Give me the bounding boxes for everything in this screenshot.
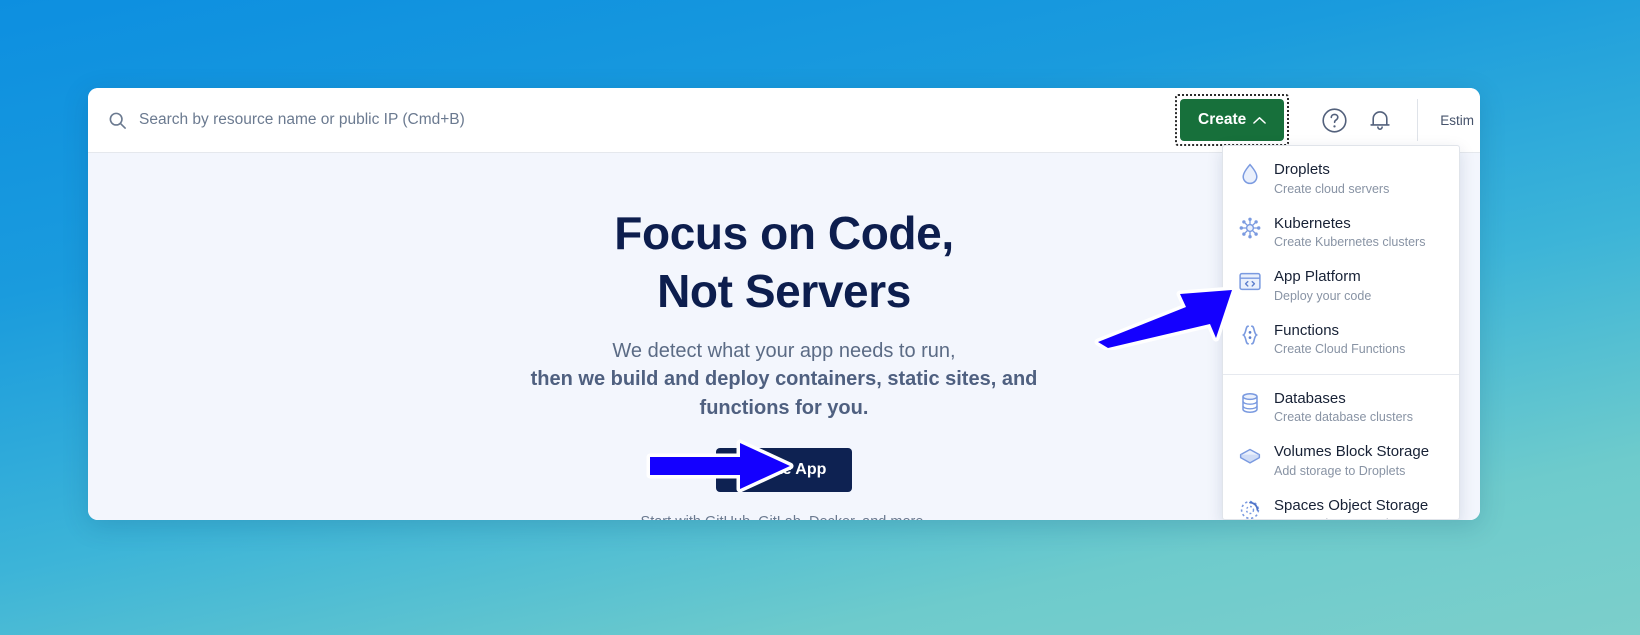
menu-item-desc: Create Kubernetes clusters — [1274, 235, 1426, 250]
app-window: Create — [88, 88, 1480, 520]
menu-item-text: App Platform Deploy your code — [1274, 267, 1445, 305]
menu-item-desc: Create database clusters — [1274, 410, 1413, 424]
menu-item-kubernetes[interactable]: Kubernetes Create Kubernetes clusters — [1223, 206, 1459, 260]
bell-icon — [1367, 107, 1393, 134]
menu-item-title: Functions — [1274, 321, 1340, 339]
search-icon — [108, 111, 127, 130]
help-button[interactable] — [1311, 97, 1357, 143]
menu-item-desc: Deploy your code — [1274, 288, 1372, 303]
menu-item-title: Droplets — [1274, 161, 1330, 178]
menu-item-app-platform[interactable]: App Platform Deploy your code — [1223, 259, 1459, 313]
hero-subtitle-line-1: We detect what your app needs to run, — [612, 339, 956, 362]
menu-item-desc: Add storage to Droplets — [1274, 463, 1406, 478]
hero-subtitle-line-3: functions for you. — [699, 396, 869, 419]
notifications-button[interactable] — [1357, 97, 1403, 143]
volumes-icon — [1239, 445, 1261, 467]
top-navigation-bar: Create — [88, 88, 1480, 153]
menu-item-title: Databases — [1274, 389, 1346, 407]
menu-item-droplets[interactable]: Droplets Create cloud servers — [1223, 152, 1459, 206]
create-button-focus-ring: Create — [1175, 94, 1290, 146]
menu-item-spaces-object-storage[interactable]: Spaces Object Storage Store and serve st… — [1223, 488, 1459, 519]
menu-item-functions[interactable]: Functions Create Cloud Functions — [1223, 313, 1459, 367]
menu-item-text: Kubernetes Create Kubernetes clusters — [1274, 214, 1445, 252]
spaces-icon — [1239, 499, 1261, 519]
search-input[interactable] — [139, 111, 699, 129]
menu-item-text: Droplets Create cloud servers — [1274, 160, 1445, 198]
menu-item-desc: Create Cloud Functions — [1274, 342, 1406, 357]
functions-icon — [1239, 324, 1261, 346]
menu-item-title: Spaces Object Storage — [1274, 496, 1429, 514]
create-app-button[interactable]: Create App — [715, 448, 853, 493]
database-icon — [1239, 392, 1261, 414]
menu-group-divider — [1223, 373, 1459, 375]
hero-title-line-2: Not Servers — [657, 264, 911, 317]
hero-subtitle-line-2: then we build and deploy containers, sta… — [530, 368, 1038, 391]
create-button-label: Create — [1198, 111, 1247, 129]
menu-item-title: Volumes Block Storage — [1274, 443, 1430, 461]
hero-title-line-1: Focus on Code, — [614, 207, 954, 259]
menu-item-title: App Platform — [1274, 268, 1361, 286]
menu-item-text: Databases Create database clusters — [1274, 389, 1445, 427]
kubernetes-icon — [1239, 217, 1261, 239]
droplet-icon — [1239, 163, 1261, 185]
menu-item-desc: Create cloud servers — [1274, 181, 1390, 196]
menu-item-databases[interactable]: Databases Create database clusters — [1223, 381, 1459, 435]
menu-item-title: Kubernetes — [1274, 214, 1351, 232]
topbar-actions: Create Estim — [1175, 88, 1480, 152]
menu-item-text: Spaces Object Storage Store and serve st… — [1274, 496, 1445, 519]
chevron-up-icon — [1253, 116, 1267, 125]
question-circle-icon — [1321, 107, 1348, 134]
create-dropdown-menu[interactable]: Droplets Create cloud servers Kubernetes… — [1222, 145, 1460, 520]
estimated-cost-label: Estim — [1440, 112, 1474, 128]
menu-item-text: Volumes Block Storage Add storage to Dro… — [1274, 442, 1445, 480]
menu-item-text: Functions Create Cloud Functions — [1274, 321, 1445, 359]
topbar-divider — [1417, 99, 1419, 141]
menu-item-volumes-block-storage[interactable]: Volumes Block Storage Add storage to Dro… — [1223, 434, 1459, 488]
create-button[interactable]: Create — [1180, 99, 1285, 141]
app-platform-icon — [1239, 270, 1261, 292]
search-bar[interactable] — [88, 88, 1175, 152]
menu-item-desc: Store and serve static assets — [1274, 517, 1435, 519]
